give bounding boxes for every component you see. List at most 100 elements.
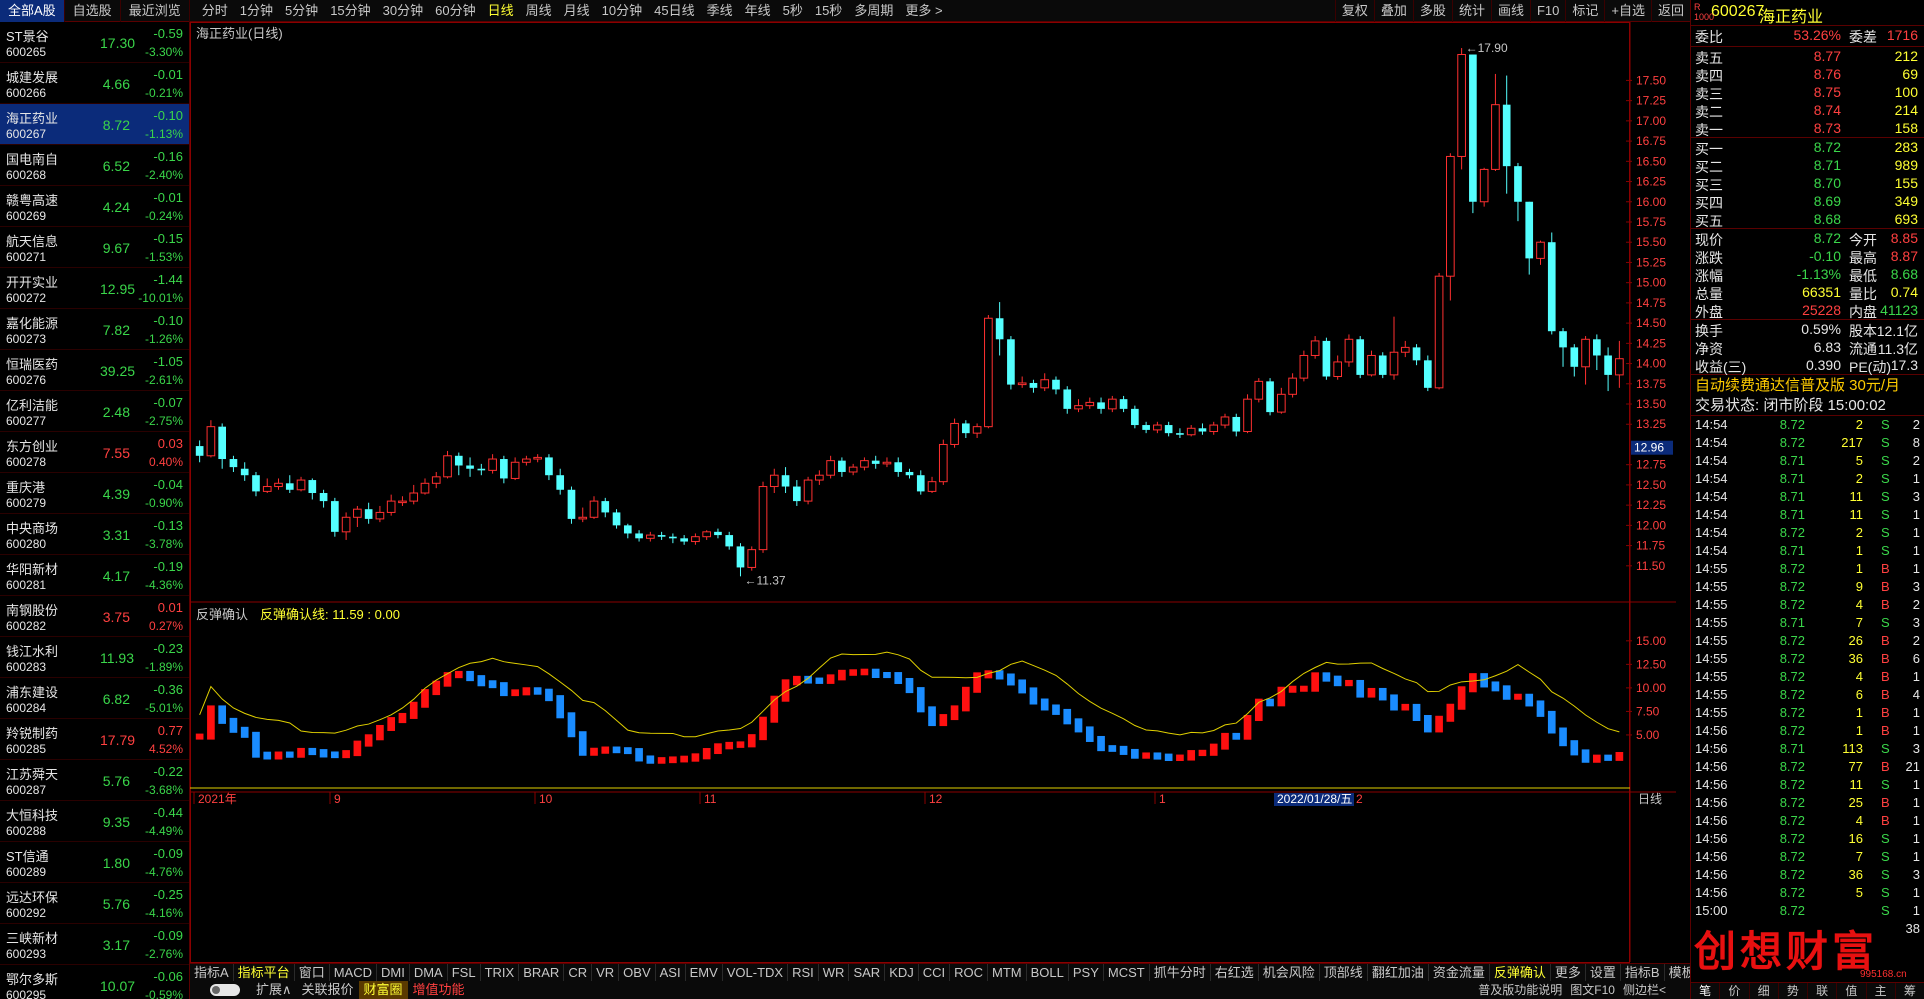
stock-row[interactable]: 海正药业 600267 8.72 -0.10 -1.13% bbox=[0, 104, 189, 145]
period-5[interactable]: 60分钟 bbox=[429, 0, 481, 22]
stock-row[interactable]: 江苏舜天 600287 5.76 -0.22 -3.68% bbox=[0, 760, 189, 801]
indicator-tab-14[interactable]: VOL-TDX bbox=[723, 964, 789, 981]
period-12[interactable]: 年线 bbox=[739, 0, 777, 22]
stock-row[interactable]: 赣粤高速 600269 4.24 -0.01 -0.24% bbox=[0, 186, 189, 227]
function-tab-1[interactable]: 关联报价 bbox=[297, 981, 359, 999]
stock-row[interactable]: 华阳新材 600281 4.17 -0.19 -4.36% bbox=[0, 555, 189, 596]
stock-row[interactable]: 鄂尔多斯 600295 10.07 -0.06 -0.59% bbox=[0, 965, 189, 999]
period-15[interactable]: 多周期 bbox=[848, 0, 899, 22]
stock-row[interactable]: 亿利洁能 600277 2.48 -0.07 -2.75% bbox=[0, 391, 189, 432]
function-tab-2[interactable]: 财富圈 bbox=[358, 981, 408, 999]
stock-row[interactable]: 重庆港 600279 4.39 -0.04 -0.90% bbox=[0, 473, 189, 514]
period-1[interactable]: 1分钟 bbox=[234, 0, 279, 22]
indicator-tab-18[interactable]: KDJ bbox=[885, 964, 919, 981]
panel-tab-5[interactable]: 值 bbox=[1837, 983, 1867, 999]
stock-row[interactable]: 嘉化能源 600273 7.82 -0.10 -1.26% bbox=[0, 309, 189, 350]
indicator-tab-2[interactable]: 窗口 bbox=[295, 964, 330, 981]
tool-button-6[interactable]: 标记 bbox=[1565, 0, 1604, 22]
stock-row[interactable]: 东方创业 600278 7.55 0.03 0.40% bbox=[0, 432, 189, 473]
stock-row[interactable]: ST景谷 600265 17.30 -0.59 -3.30% bbox=[0, 22, 189, 63]
tool-button-5[interactable]: F10 bbox=[1529, 0, 1565, 22]
indicator-tab-16[interactable]: WR bbox=[819, 964, 850, 981]
indicator-tab-26[interactable]: 右红选 bbox=[1211, 964, 1259, 981]
indicator-tab-29[interactable]: 翻红加油 bbox=[1368, 964, 1429, 981]
period-2[interactable]: 5分钟 bbox=[279, 0, 324, 22]
period-8[interactable]: 月线 bbox=[558, 0, 596, 22]
panel-tab-7[interactable]: 筹 bbox=[1896, 983, 1924, 999]
period-0[interactable]: 分时 bbox=[196, 0, 234, 22]
panel-tab-6[interactable]: 主 bbox=[1867, 983, 1896, 999]
panel-tab-3[interactable]: 势 bbox=[1779, 983, 1808, 999]
stock-row[interactable]: 航天信息 600271 9.67 -0.15 -1.53% bbox=[0, 227, 189, 268]
tool-button-8[interactable]: 返回 bbox=[1650, 0, 1690, 22]
stock-row[interactable]: 中央商场 600280 3.31 -0.13 -3.78% bbox=[0, 514, 189, 555]
indicator-tab-0[interactable]: 指标A bbox=[190, 964, 234, 981]
indicator-tab-25[interactable]: 抓牛分时 bbox=[1150, 964, 1211, 981]
indicator-tab-17[interactable]: SAR bbox=[849, 964, 886, 981]
tool-button-4[interactable]: 画线 bbox=[1490, 0, 1530, 22]
indicator-tab-7[interactable]: TRIX bbox=[481, 964, 520, 981]
stock-row[interactable]: 国电南自 600268 6.52 -0.16 -2.40% bbox=[0, 145, 189, 186]
indicator-tab-3[interactable]: MACD bbox=[330, 964, 377, 981]
stock-row[interactable]: 远达环保 600292 5.76 -0.25 -4.16% bbox=[0, 883, 189, 924]
toggle-switch[interactable] bbox=[210, 984, 240, 996]
promo-banner[interactable]: 自动续费通达信普及版 30元/月 bbox=[1691, 374, 1924, 395]
indicator-tab-10[interactable]: VR bbox=[592, 964, 620, 981]
tool-button-0[interactable]: 复权 bbox=[1334, 0, 1374, 22]
indicator-tab-9[interactable]: CR bbox=[564, 964, 593, 981]
period-7[interactable]: 周线 bbox=[520, 0, 558, 22]
bottom-link-2[interactable]: 侧边栏< bbox=[1619, 981, 1670, 999]
stock-row[interactable]: 钱江水利 600283 11.93 -0.23 -1.89% bbox=[0, 637, 189, 678]
period-13[interactable]: 5秒 bbox=[777, 0, 809, 22]
indicator-tab-23[interactable]: PSY bbox=[1069, 964, 1104, 981]
tab-1[interactable]: 自选股 bbox=[65, 0, 121, 22]
indicator-tab-5[interactable]: DMA bbox=[410, 964, 448, 981]
stock-row[interactable]: ST信通 600289 1.80 -0.09 -4.76% bbox=[0, 842, 189, 883]
panel-tab-0[interactable]: 笔 bbox=[1691, 983, 1721, 999]
indicator-tab-24[interactable]: MCST bbox=[1104, 964, 1150, 981]
bottom-link-1[interactable]: 图文F10 bbox=[1566, 981, 1619, 999]
period-9[interactable]: 10分钟 bbox=[596, 0, 648, 22]
kline-chart[interactable]: 海正药业(日线)17.5017.2517.0016.7516.5016.2516… bbox=[190, 22, 1676, 963]
indicator-tab-31[interactable]: 反弹确认 bbox=[1490, 964, 1551, 981]
indicator-tab-12[interactable]: ASI bbox=[656, 964, 686, 981]
indicator-tab-30[interactable]: 资金流量 bbox=[1429, 964, 1490, 981]
indicator-tab-8[interactable]: BRAR bbox=[519, 964, 565, 981]
bottom-link-0[interactable]: 普及版功能说明 bbox=[1474, 981, 1566, 999]
indicator-tab-4[interactable]: DMI bbox=[377, 964, 410, 981]
tool-button-7[interactable]: +自选 bbox=[1604, 0, 1651, 22]
indicator-tab-21[interactable]: MTM bbox=[988, 964, 1027, 981]
stock-row[interactable]: 恒瑞医药 600276 39.25 -1.05 -2.61% bbox=[0, 350, 189, 391]
panel-tab-4[interactable]: 联 bbox=[1808, 983, 1838, 999]
stock-row[interactable]: 浦东建设 600284 6.82 -0.36 -5.01% bbox=[0, 678, 189, 719]
indicator-tab-27[interactable]: 机会风险 bbox=[1259, 964, 1320, 981]
tool-button-1[interactable]: 叠加 bbox=[1373, 0, 1413, 22]
indicator-tab-28[interactable]: 顶部线 bbox=[1320, 964, 1368, 981]
indicator-tab-34[interactable]: 指标B bbox=[1621, 964, 1665, 981]
period-10[interactable]: 45日线 bbox=[648, 0, 700, 22]
function-tab-3[interactable]: 增值功能 bbox=[408, 981, 470, 999]
indicator-tab-15[interactable]: RSI bbox=[788, 964, 819, 981]
indicator-tab-6[interactable]: FSL bbox=[448, 964, 481, 981]
period-16[interactable]: 更多 > bbox=[899, 0, 948, 22]
tab-0[interactable]: 全部A股 bbox=[0, 0, 65, 22]
panel-tab-1[interactable]: 价 bbox=[1720, 983, 1750, 999]
stock-row[interactable]: 三峡新材 600293 3.17 -0.09 -2.76% bbox=[0, 924, 189, 965]
period-14[interactable]: 15秒 bbox=[809, 0, 848, 22]
indicator-tab-13[interactable]: EMV bbox=[686, 964, 723, 981]
function-tab-0[interactable]: 扩展∧ bbox=[251, 981, 297, 999]
indicator-tab-11[interactable]: OBV bbox=[619, 964, 656, 981]
stock-row[interactable]: 大恒科技 600288 9.35 -0.44 -4.49% bbox=[0, 801, 189, 842]
indicator-tab-22[interactable]: BOLL bbox=[1027, 964, 1069, 981]
indicator-tab-35[interactable]: 模板 bbox=[1665, 964, 1690, 981]
stock-row[interactable]: 羚锐制药 600285 17.79 0.77 4.52% bbox=[0, 719, 189, 760]
panel-tab-2[interactable]: 细 bbox=[1750, 983, 1779, 999]
tool-button-3[interactable]: 统计 bbox=[1451, 0, 1491, 22]
period-4[interactable]: 30分钟 bbox=[377, 0, 429, 22]
stock-row[interactable]: 南钢股份 600282 3.75 0.01 0.27% bbox=[0, 596, 189, 637]
indicator-tab-32[interactable]: 更多 bbox=[1551, 964, 1586, 981]
stock-row[interactable]: 开开实业 600272 12.95 -1.44 -10.01% bbox=[0, 268, 189, 309]
period-11[interactable]: 季线 bbox=[701, 0, 739, 22]
indicator-tab-33[interactable]: 设置 bbox=[1586, 964, 1621, 981]
indicator-tab-19[interactable]: CCI bbox=[919, 964, 951, 981]
